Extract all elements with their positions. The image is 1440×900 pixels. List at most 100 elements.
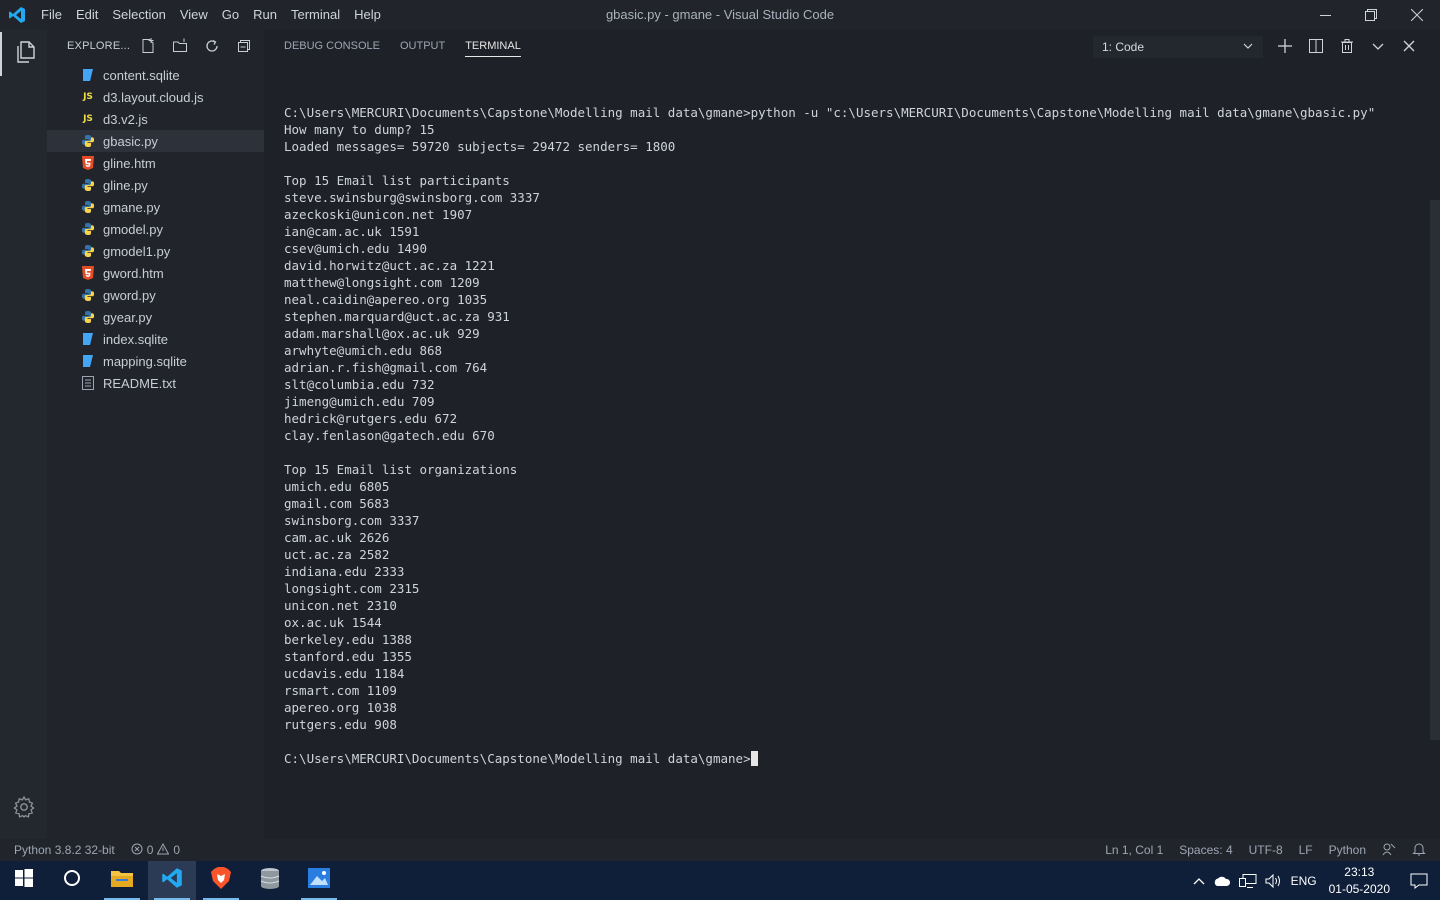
menu-edit[interactable]: Edit [69, 0, 105, 30]
restore-button[interactable] [1348, 0, 1394, 30]
python-interpreter[interactable]: Python 3.8.2 32-bit [14, 843, 115, 857]
file-item[interactable]: index.sqlite [47, 328, 264, 350]
file-item[interactable]: gbasic.py [47, 130, 264, 152]
network-icon[interactable] [1235, 861, 1261, 900]
brave-browser-taskbar-button[interactable] [197, 861, 245, 900]
feedback-icon[interactable] [1382, 842, 1396, 859]
terminal-scrollbar[interactable] [1430, 200, 1440, 740]
file-name: README.txt [103, 375, 176, 391]
file-item[interactable]: gline.py [47, 174, 264, 196]
vscode-icon [161, 867, 183, 894]
file-item[interactable]: JS d3.v2.js [47, 108, 264, 130]
start-button[interactable] [0, 861, 48, 900]
file-name: gword.py [103, 287, 156, 303]
minimize-button[interactable] [1302, 0, 1348, 30]
cortana-search-button[interactable] [48, 861, 96, 900]
close-panel-icon[interactable] [1398, 34, 1420, 58]
close-window-button[interactable] [1394, 0, 1440, 30]
file-name: gmodel1.py [103, 243, 171, 259]
terminal-prompt-line[interactable]: C:\Users\MERCURI\Documents\Capstone\Mode… [284, 750, 1375, 767]
cursor-position[interactable]: Ln 1, Col 1 [1105, 843, 1163, 857]
clock-date: 01-05-2020 [1328, 881, 1390, 896]
terminal-line: hedrick@rutgers.edu 672 [284, 411, 458, 426]
manage-button[interactable] [0, 791, 47, 827]
terminal-selector[interactable]: 1: Code [1093, 36, 1263, 58]
menu-help[interactable]: Help [347, 0, 388, 30]
new-terminal-icon[interactable] [1274, 34, 1296, 58]
database-icon [80, 331, 96, 347]
problems-indicator[interactable]: 0 0 [131, 842, 180, 858]
clock-time: 23:13 [1344, 864, 1375, 879]
taskbar-clock[interactable]: 23:13 01-05-2020 [1321, 864, 1398, 898]
terminal-output[interactable]: C:\Users\MERCURI\Documents\Capstone\Mode… [284, 104, 1375, 767]
file-name: gline.py [103, 177, 148, 193]
file-name: index.sqlite [103, 331, 169, 347]
file-explorer-taskbar-button[interactable] [98, 861, 146, 900]
encoding[interactable]: UTF-8 [1249, 843, 1283, 857]
new-folder-icon[interactable] [169, 35, 191, 57]
menu-terminal[interactable]: Terminal [284, 0, 347, 30]
python-icon [80, 199, 96, 215]
onedrive-cloud-icon[interactable] [1209, 861, 1235, 900]
refresh-icon[interactable] [201, 35, 223, 57]
window-controls [1302, 0, 1440, 30]
tab-debug-console[interactable]: DEBUG CONSOLE [284, 30, 380, 62]
file-name: mapping.sqlite [103, 353, 187, 369]
action-center-icon[interactable] [1398, 861, 1440, 900]
database-taskbar-button[interactable] [246, 861, 294, 900]
explorer-title: EXPLORE... [67, 40, 131, 52]
collapse-all-icon[interactable] [233, 35, 255, 57]
file-item[interactable]: README.txt [47, 372, 264, 394]
terminal-line: unicon.net 2310 [284, 598, 397, 613]
terminal-line: clay.fenlason@gatech.edu 670 [284, 428, 495, 443]
maximize-panel-chevron-icon[interactable] [1367, 34, 1389, 58]
python-icon [80, 133, 96, 149]
chevron-up-icon[interactable] [1189, 861, 1209, 900]
menu-file[interactable]: File [34, 0, 69, 30]
menu-go[interactable]: Go [215, 0, 246, 30]
indentation[interactable]: Spaces: 4 [1179, 843, 1232, 857]
tab-output[interactable]: OUTPUT [400, 30, 445, 62]
terminal-line: ucdavis.edu 1184 [284, 666, 405, 681]
vscode-logo-icon [8, 6, 26, 24]
menu-run[interactable]: Run [246, 0, 284, 30]
file-item[interactable]: content.sqlite [47, 64, 264, 86]
new-file-icon[interactable] [137, 35, 159, 57]
terminal-line: slt@columbia.edu 732 [284, 377, 435, 392]
notifications-bell-icon[interactable] [1412, 842, 1426, 859]
file-item[interactable]: gmodel.py [47, 218, 264, 240]
file-item[interactable]: gmane.py [47, 196, 264, 218]
panel-toolbar [1274, 34, 1420, 58]
volume-icon[interactable] [1261, 861, 1287, 900]
explorer-activity-button[interactable] [0, 32, 47, 76]
terminal-line: C:\Users\MERCURI\Documents\Capstone\Mode… [284, 105, 1376, 120]
photos-taskbar-button[interactable] [295, 861, 343, 900]
terminal-line: berkeley.edu 1388 [284, 632, 412, 647]
file-item[interactable]: JS d3.layout.cloud.js [47, 86, 264, 108]
folder-icon [110, 868, 134, 893]
js-icon: JS [83, 92, 93, 102]
split-terminal-icon[interactable] [1305, 34, 1327, 58]
file-item[interactable]: gline.htm [47, 152, 264, 174]
terminal-line: matthew@longsight.com 1209 [284, 275, 480, 290]
panel-tabs: DEBUG CONSOLE OUTPUT TERMINAL [284, 30, 521, 62]
terminal-line: uct.ac.za 2582 [284, 547, 390, 562]
trash-icon[interactable] [1336, 34, 1358, 58]
file-item[interactable]: gword.htm [47, 262, 264, 284]
file-item[interactable]: gyear.py [47, 306, 264, 328]
menu-selection[interactable]: Selection [105, 0, 172, 30]
language-mode[interactable]: Python [1329, 843, 1366, 857]
tab-terminal[interactable]: TERMINAL [465, 30, 521, 62]
end-of-line[interactable]: LF [1299, 843, 1313, 857]
terminal-line: apereo.org 1038 [284, 700, 397, 715]
file-name: gbasic.py [103, 133, 158, 149]
database-icon [80, 67, 96, 83]
input-language[interactable]: ENG [1287, 861, 1321, 900]
file-item[interactable]: mapping.sqlite [47, 350, 264, 372]
vscode-taskbar-button[interactable] [148, 861, 196, 900]
terminal-prompt: C:\Users\MERCURI\Documents\Capstone\Mode… [284, 751, 751, 766]
file-item[interactable]: gmodel1.py [47, 240, 264, 262]
menu-view[interactable]: View [173, 0, 215, 30]
file-item[interactable]: gword.py [47, 284, 264, 306]
